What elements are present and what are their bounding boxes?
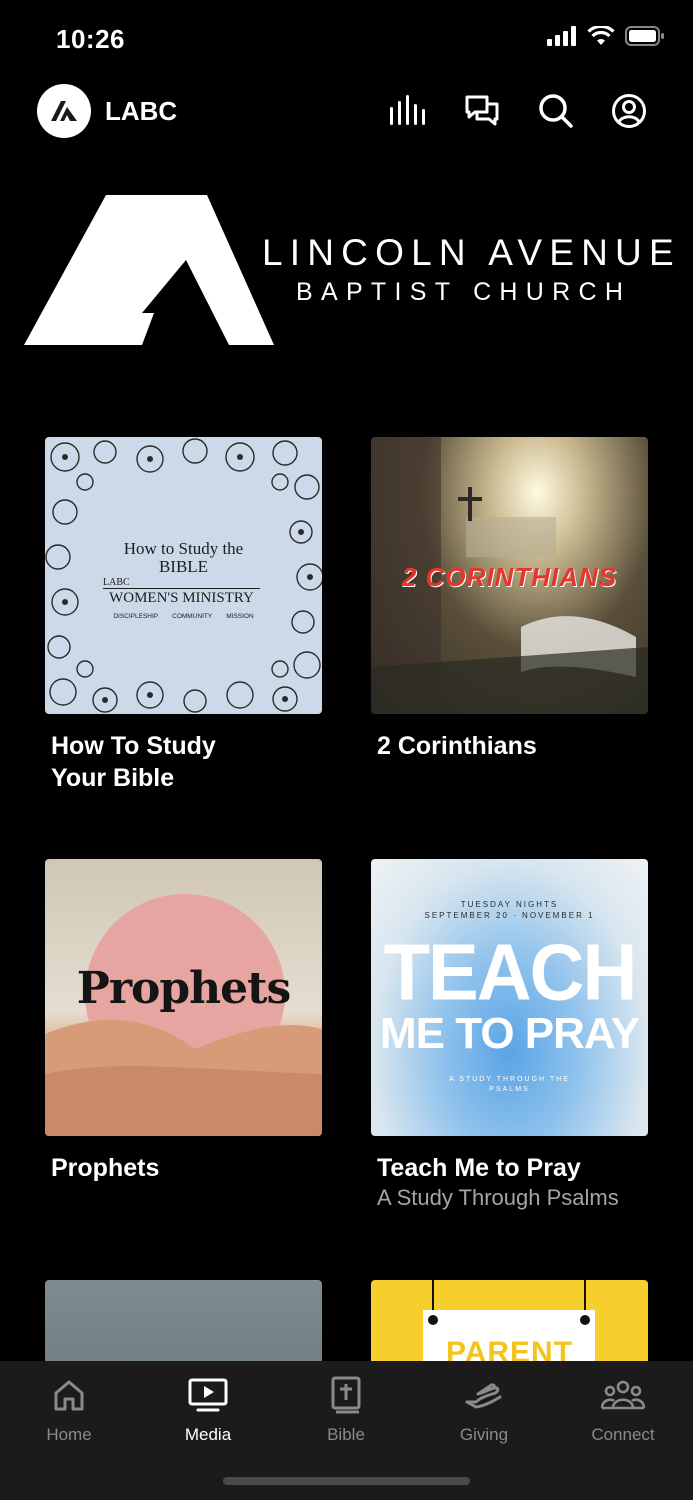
tab-media[interactable]: Media xyxy=(158,1375,258,1445)
card-title: Teach Me to Pray xyxy=(377,1154,581,1182)
search-icon xyxy=(539,94,573,128)
art-text: MISSION xyxy=(226,613,254,620)
status-bar: 10:26 xyxy=(0,0,693,78)
art-text: LABC xyxy=(103,577,130,588)
status-icons xyxy=(547,26,665,46)
live-audio-button[interactable] xyxy=(387,90,429,132)
tab-label: Giving xyxy=(459,1425,509,1444)
tab-label: Home xyxy=(46,1425,92,1444)
app-name: LABC xyxy=(105,96,178,126)
church-banner: LINCOLN AVENUE BAPTIST CHURCH xyxy=(0,190,693,350)
art-text: ME TO PRAY xyxy=(380,1009,640,1058)
art-text: TUESDAY NIGHTS xyxy=(460,900,559,909)
art-text: COMMUNITY xyxy=(172,613,213,620)
card-title: 2 Corinthians xyxy=(377,732,537,760)
tab-label: Connect xyxy=(591,1425,655,1444)
church-logo-icon xyxy=(24,195,274,345)
card-artwork: TUESDAY NIGHTS SEPTEMBER 20 · NOVEMBER 1… xyxy=(371,859,648,1136)
art-text: How to Study the xyxy=(123,539,244,558)
audio-bars-icon xyxy=(390,95,425,125)
tab-bible[interactable]: Bible xyxy=(296,1375,396,1445)
media-icon xyxy=(188,1378,228,1412)
art-text: TEACH xyxy=(383,927,638,1018)
profile-icon xyxy=(612,94,646,128)
media-card-2-corinthians[interactable]: 2 CORINTHIANS 2 Corinthians xyxy=(371,437,648,762)
wifi-icon xyxy=(587,26,615,45)
chat-icon xyxy=(465,95,499,126)
labc-logo-icon xyxy=(51,101,77,121)
art-text: Prophets xyxy=(76,963,291,1014)
art-text: SEPTEMBER 20 · NOVEMBER 1 xyxy=(424,911,595,920)
bible-icon xyxy=(331,1376,361,1414)
card-title: Prophets xyxy=(51,1154,160,1182)
art-text: WOMEN'S MINISTRY xyxy=(103,588,260,607)
tab-label: Bible xyxy=(327,1425,365,1444)
messages-button[interactable] xyxy=(461,90,503,132)
app-logo[interactable] xyxy=(37,84,91,138)
media-card-study-bible[interactable]: How to Study the BIBLE LABC WOMEN'S MINI… xyxy=(45,437,322,794)
profile-button[interactable] xyxy=(608,90,650,132)
app-header: LABC xyxy=(0,78,693,144)
banner-title: LINCOLN AVENUE xyxy=(262,232,681,273)
giving-icon xyxy=(465,1383,502,1409)
art-text: BIBLE xyxy=(158,557,209,576)
tab-connect[interactable]: Connect xyxy=(573,1375,673,1445)
art-text: 2 CORINTHIANS xyxy=(401,562,618,592)
battery-icon xyxy=(625,26,664,46)
card-title: How To Study Your Bible xyxy=(51,732,216,792)
card-artwork: Prophets xyxy=(45,859,322,1136)
home-icon xyxy=(54,1380,84,1411)
card-subtitle: A Study Through Psalms xyxy=(377,1185,619,1210)
tab-label: Media xyxy=(184,1425,232,1444)
media-card-prophets[interactable]: Prophets Prophets xyxy=(45,859,322,1184)
search-button[interactable] xyxy=(535,90,577,132)
connect-icon xyxy=(601,1380,645,1410)
card-artwork: 2 CORINTHIANS xyxy=(371,437,648,714)
tab-home[interactable]: Home xyxy=(19,1375,119,1445)
art-text: DISCIPLESHIP xyxy=(113,613,159,620)
banner-subtitle: BAPTIST CHURCH xyxy=(296,278,632,306)
media-card-teach-me-to-pray[interactable]: TUESDAY NIGHTS SEPTEMBER 20 · NOVEMBER 1… xyxy=(371,859,648,1212)
tab-giving[interactable]: Giving xyxy=(434,1375,534,1445)
home-indicator[interactable] xyxy=(223,1477,470,1485)
status-time: 10:26 xyxy=(56,24,125,54)
card-artwork: How to Study the BIBLE LABC WOMEN'S MINI… xyxy=(45,437,322,714)
art-text: PSALMS xyxy=(489,1086,530,1093)
art-text: A STUDY THROUGH THE xyxy=(449,1076,570,1083)
signal-icon xyxy=(547,26,576,46)
